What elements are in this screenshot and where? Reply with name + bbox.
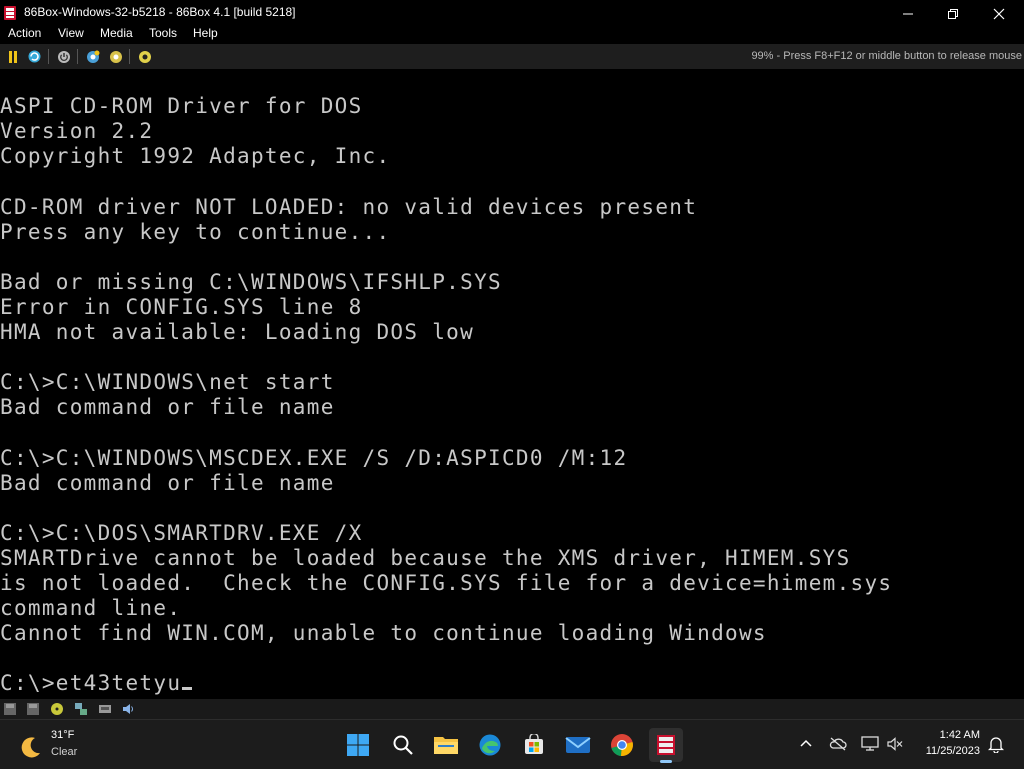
dos-line: is not loaded. Check the CONFIG.SYS file… [0, 571, 893, 595]
hard-disk-icon[interactable] [98, 702, 112, 716]
toolbar: 99% - Press F8+F12 or middle button to r… [0, 44, 1024, 70]
menu-bar: Action View Media Tools Help [0, 24, 1024, 44]
settings-button[interactable] [84, 48, 101, 65]
menu-action[interactable]: Action [8, 26, 41, 40]
dos-line: CD-ROM driver NOT LOADED: no valid devic… [0, 194, 698, 219]
file-explorer-button[interactable] [429, 728, 463, 762]
machine-settings-button[interactable] [136, 48, 153, 65]
ctrl-alt-del-button[interactable] [26, 48, 43, 65]
volume-muted-icon [887, 737, 903, 751]
media-button[interactable] [107, 48, 124, 65]
text-cursor [182, 687, 193, 691]
network-tray-button[interactable] [861, 735, 879, 753]
dos-line: command line. [0, 596, 182, 621]
show-hidden-icons-button[interactable] [797, 735, 815, 753]
dos-line: Bad command or file name [0, 395, 335, 420]
pause-icon [8, 50, 17, 63]
dos-line: Press any key to continue... [0, 219, 391, 244]
chrome-button[interactable] [605, 728, 639, 762]
menu-help[interactable]: Help [193, 26, 218, 40]
dos-line: SMARTDrive cannot be loaded because the … [0, 545, 851, 570]
dos-line: Version 2.2 [0, 119, 154, 144]
status-message: 99% - Press F8+F12 or middle button to r… [751, 50, 1022, 62]
86box-app-icon [4, 6, 16, 20]
gear-icon [86, 50, 99, 63]
media-gear-icon [109, 50, 122, 63]
hard-reset-button[interactable] [55, 48, 72, 65]
floppy-drive-2-icon[interactable] [26, 702, 40, 716]
start-button[interactable] [341, 728, 375, 762]
dos-line: Bad command or file name [0, 470, 335, 495]
pause-button[interactable] [4, 48, 21, 65]
edge-button[interactable] [473, 728, 507, 762]
settings-gear-icon [138, 50, 151, 63]
windows-logo-icon [347, 734, 369, 756]
dos-line: Copyright 1992 Adaptec, Inc. [0, 144, 391, 169]
edge-browser-icon [479, 734, 501, 756]
dos-line: C:\>C:\DOS\SMARTDRV.EXE /X [0, 520, 363, 545]
network-icon[interactable] [74, 702, 88, 716]
window-title: 86Box-Windows-32-b5218 - 86Box 4.1 [buil… [24, 5, 296, 19]
toolbar-separator [48, 49, 49, 64]
emulator-screen[interactable]: ASPI CD-ROM Driver for DOS Version 2.2 Cop… [0, 69, 1024, 699]
dos-line: Error in CONFIG.SYS line 8 [0, 294, 363, 319]
cdrom-icon[interactable] [50, 702, 64, 716]
dos-line: C:\>C:\WINDOWS\MSCDEX.EXE /S /D:ASPICD0 … [0, 445, 628, 470]
emulator-status-bar [0, 699, 1024, 719]
clock-time[interactable]: 1:42 AM [940, 729, 980, 741]
chevron-up-icon [800, 739, 812, 747]
notifications-button[interactable] [987, 735, 1005, 753]
folder-icon [434, 737, 458, 754]
menu-tools[interactable]: Tools [149, 26, 177, 40]
weather-condition[interactable]: Clear [51, 746, 77, 758]
mail-button[interactable] [561, 728, 595, 762]
dos-line: HMA not available: Loading DOS low [0, 320, 475, 344]
onedrive-tray-button[interactable] [829, 735, 847, 753]
minimize-icon [903, 13, 913, 15]
86box-taskbar-button[interactable] [649, 728, 683, 763]
toolbar-separator [77, 49, 78, 64]
search-icon [393, 735, 413, 755]
dos-prompt-line: C:\>et43tetyu [0, 671, 193, 696]
dos-line: C:\>C:\WINDOWS\net start [0, 370, 335, 395]
cloud-offline-icon [829, 737, 847, 751]
microsoft-store-button[interactable] [517, 728, 551, 762]
clock-date[interactable]: 11/25/2023 [926, 745, 980, 757]
restore-icon [948, 9, 958, 19]
chrome-browser-icon [611, 734, 633, 757]
toolbar-separator [129, 49, 130, 64]
sound-icon[interactable] [121, 702, 135, 716]
dos-line: Bad or missing C:\WINDOWS\IFSHLP.SYS [0, 269, 502, 294]
search-button[interactable] [386, 728, 420, 762]
power-icon [57, 50, 70, 63]
weather-temperature[interactable]: 31°F [51, 729, 74, 741]
bell-icon [988, 737, 1004, 753]
floppy-drive-icon[interactable] [3, 702, 17, 716]
store-bag-icon [525, 734, 543, 754]
dos-line: ASPI CD-ROM Driver for DOS [0, 94, 363, 119]
dos-line: Cannot find WIN.COM, unable to continue … [0, 621, 767, 646]
menu-view[interactable]: View [58, 26, 84, 40]
reset-cycle-icon [28, 50, 41, 63]
windows-taskbar: 31°F Clear 1:42 AM 11/25/2023 [0, 719, 1024, 769]
menu-media[interactable]: Media [100, 26, 133, 40]
monitor-icon [861, 736, 879, 751]
close-icon [993, 8, 1005, 20]
mail-icon [565, 737, 591, 753]
volume-tray-button[interactable] [886, 735, 904, 753]
moon-weather-icon[interactable] [18, 734, 44, 760]
86box-taskbar-icon [657, 735, 675, 755]
